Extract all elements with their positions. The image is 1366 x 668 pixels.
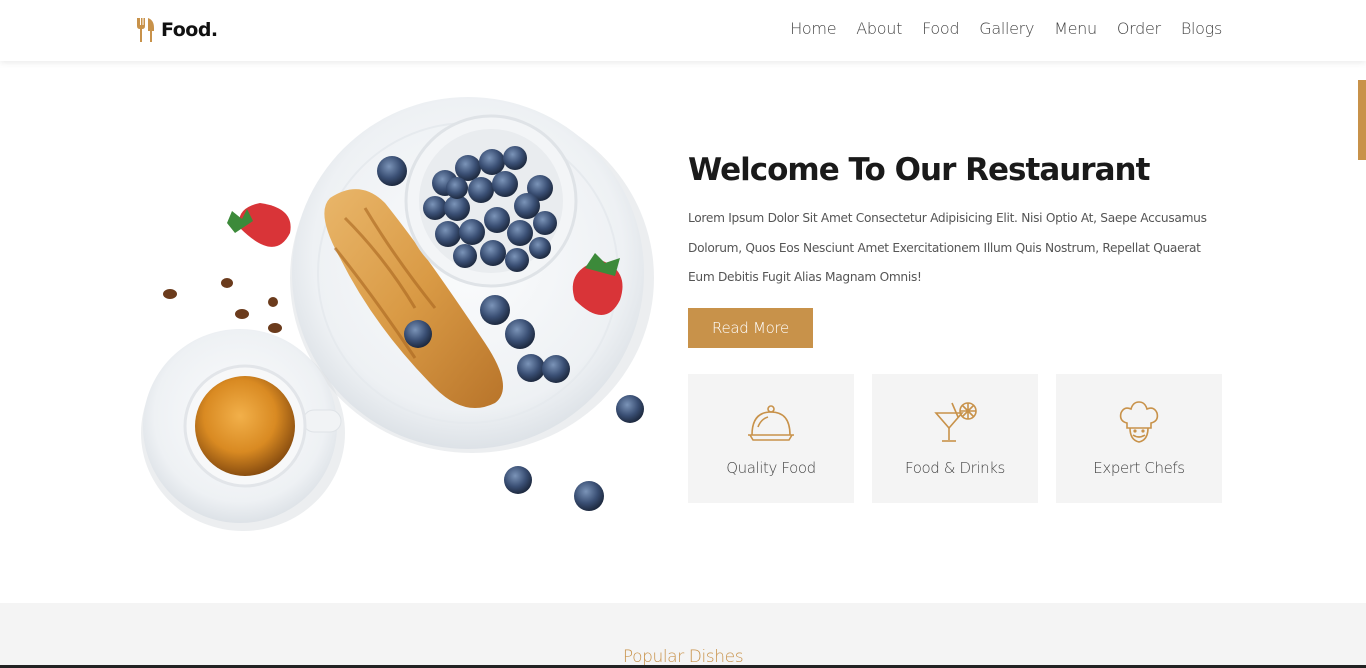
scrollbar-thumb[interactable]	[1358, 80, 1366, 160]
cocktail-icon	[934, 402, 977, 442]
feature-label: Food & Drinks	[905, 459, 1005, 477]
feature-card-quality-food[interactable]: Quality Food	[688, 374, 854, 503]
nav-blogs[interactable]: Blogs	[1181, 19, 1222, 38]
nav-gallery[interactable]: Gallery	[979, 19, 1034, 38]
brand-name: Food.	[161, 19, 218, 41]
site-header: Food. Home About Food Gallery Menu Order…	[0, 0, 1366, 61]
section-title: Popular Dishes	[622, 647, 744, 667]
page-title: Welcome To Our Restaurant	[688, 152, 1150, 188]
feature-card-food-drinks[interactable]: Food & Drinks	[872, 374, 1038, 503]
nav-about[interactable]: About	[856, 19, 902, 38]
chef-hat-icon	[1119, 401, 1159, 443]
read-more-button[interactable]: Read More	[688, 308, 813, 348]
fork-knife-icon	[137, 18, 154, 42]
cloche-icon	[748, 405, 794, 441]
nav-menu[interactable]: Menu	[1054, 19, 1097, 38]
nav-food[interactable]: Food	[922, 19, 959, 38]
brand-logo[interactable]: Food.	[135, 17, 218, 43]
main-nav: Home About Food Gallery Menu Order Blogs	[770, 19, 1222, 38]
hero-image	[141, 97, 654, 531]
feature-label: Expert Chefs	[1093, 459, 1185, 477]
feature-card-expert-chefs[interactable]: Expert Chefs	[1056, 374, 1222, 503]
nav-home[interactable]: Home	[790, 19, 836, 38]
feature-label: Quality Food	[726, 459, 816, 477]
feature-cards: Quality Food Food & Drinks Expert Chefs	[688, 374, 1222, 503]
hero-description: Lorem Ipsum Dolor Sit Amet Consectetur A…	[688, 211, 1207, 284]
nav-order[interactable]: Order	[1117, 19, 1161, 38]
